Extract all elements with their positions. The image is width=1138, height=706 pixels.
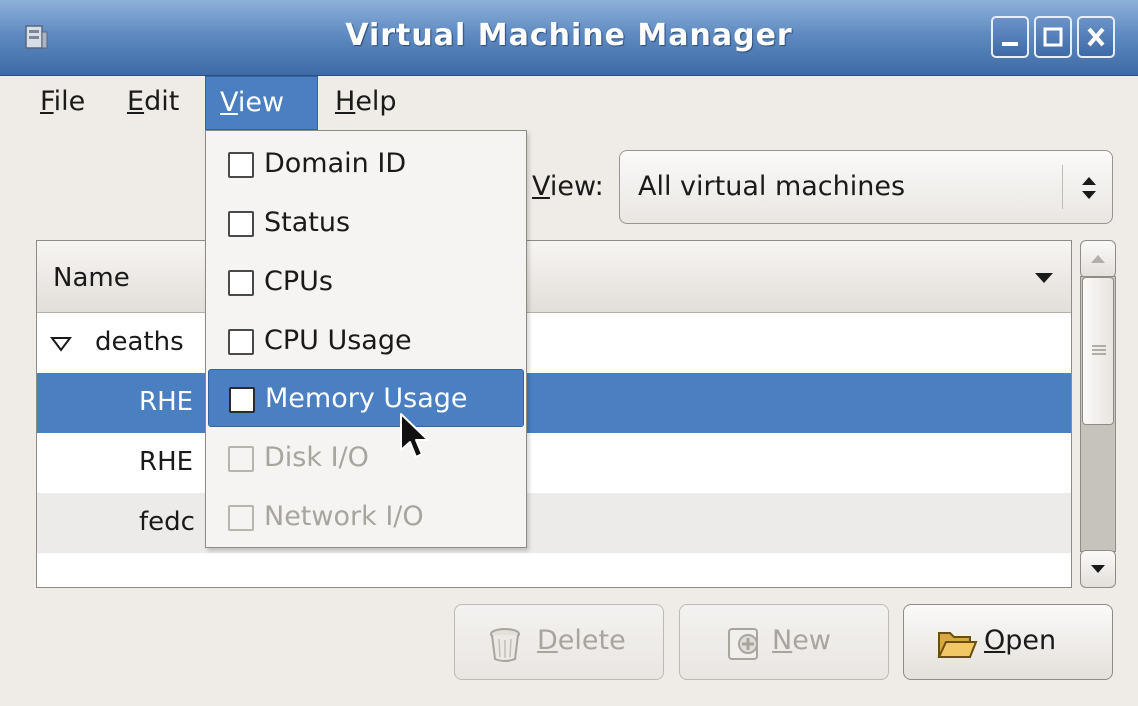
menu-item-domain-id[interactable]: Domain ID xyxy=(208,135,524,193)
menu-view[interactable]: View xyxy=(205,76,318,130)
menu-item-disk-io[interactable]: Disk I/O xyxy=(208,429,524,487)
grip-icon xyxy=(1092,345,1106,355)
scroll-up-icon xyxy=(1091,255,1105,263)
menu-file[interactable]: File xyxy=(26,76,99,130)
menu-view-label: iew xyxy=(237,87,285,118)
new-button[interactable]: New xyxy=(679,604,889,680)
host-row[interactable]: deaths xyxy=(37,313,1071,373)
open-button[interactable]: Open xyxy=(903,604,1113,680)
menu-item-label: CPUs xyxy=(264,266,333,297)
maximize-icon xyxy=(1043,27,1063,47)
menu-bar: File Edit View Help xyxy=(0,76,1138,130)
menu-item-memory-usage[interactable]: Memory Usage xyxy=(208,369,524,427)
menu-help[interactable]: Help xyxy=(321,76,411,130)
vm-row[interactable]: fedc xyxy=(37,493,1071,553)
menu-help-mnemonic: H xyxy=(335,86,356,117)
sort-down-icon[interactable] xyxy=(1033,271,1055,285)
up-down-arrows-icon xyxy=(1082,177,1096,199)
checkbox xyxy=(228,270,254,296)
new-label-rest: ew xyxy=(792,625,831,656)
scroll-track[interactable] xyxy=(1080,276,1116,552)
delete-label-rest: elete xyxy=(557,625,626,656)
menu-item-label: CPU Usage xyxy=(264,325,412,356)
menu-item-label: Memory Usage xyxy=(265,383,468,414)
close-button[interactable] xyxy=(1077,16,1115,58)
checkbox xyxy=(228,152,254,178)
open-mnemonic: O xyxy=(984,625,1006,656)
menu-file-mnemonic: F xyxy=(40,86,54,117)
scroll-down-button[interactable] xyxy=(1080,550,1116,588)
vm-list-scrollbar[interactable] xyxy=(1080,240,1116,588)
vm-name: RHE xyxy=(139,387,194,417)
view-filter-label: View: xyxy=(532,171,604,202)
checkbox xyxy=(228,505,254,531)
menu-item-cpu-usage[interactable]: CPU Usage xyxy=(208,312,524,370)
column-header-name[interactable]: Name xyxy=(53,263,130,293)
vm-name: fedc xyxy=(139,507,195,537)
open-label-rest: pen xyxy=(1005,625,1057,656)
expander-icon[interactable] xyxy=(49,335,73,353)
minimize-icon xyxy=(1002,42,1018,46)
new-button-label: New xyxy=(772,625,831,656)
view-menu-dropdown: Domain ID Status CPUs CPU Usage Memory U… xyxy=(205,130,527,548)
delete-mnemonic: D xyxy=(537,625,558,656)
list-header: Name xyxy=(37,241,1071,313)
checkbox xyxy=(228,446,254,472)
view-filter-select[interactable]: All virtual machines xyxy=(619,150,1113,224)
delete-button[interactable]: Delete xyxy=(454,604,664,680)
checkbox xyxy=(228,329,254,355)
close-icon xyxy=(1087,27,1105,47)
view-filter-value: All virtual machines xyxy=(638,171,906,202)
mouse-cursor-icon xyxy=(400,413,429,458)
delete-button-label: Delete xyxy=(537,625,626,656)
menu-item-label: Disk I/O xyxy=(264,442,369,473)
scroll-thumb[interactable] xyxy=(1082,277,1114,425)
menu-item-label: Status xyxy=(264,207,351,238)
new-mnemonic: N xyxy=(772,625,793,656)
menu-edit-label: dit xyxy=(144,86,180,117)
open-button-label: Open xyxy=(984,625,1056,656)
folder-open-icon xyxy=(937,632,978,658)
vm-name: RHE xyxy=(139,447,194,477)
minimize-button[interactable] xyxy=(991,16,1029,58)
host-name: deaths xyxy=(95,327,184,357)
view-filter-label-text: iew: xyxy=(549,171,604,202)
view-filter-mnemonic: V xyxy=(532,171,550,202)
title-bar[interactable]: Virtual Machine Manager xyxy=(0,0,1138,76)
vm-row-selected[interactable]: RHE xyxy=(37,373,1071,433)
menu-item-network-io[interactable]: Network I/O xyxy=(208,488,524,546)
menu-help-label: elp xyxy=(355,86,397,117)
menu-view-mnemonic: V xyxy=(220,87,238,118)
vm-row[interactable]: RHE xyxy=(37,433,1071,493)
trash-icon xyxy=(490,628,520,662)
new-vm-icon xyxy=(728,628,758,660)
menu-item-status[interactable]: Status xyxy=(208,194,524,252)
menu-item-label: Network I/O xyxy=(264,501,424,532)
window-title: Virtual Machine Manager xyxy=(345,18,793,53)
menu-edit-mnemonic: E xyxy=(127,86,145,117)
menu-edit[interactable]: Edit xyxy=(113,76,193,130)
checkbox xyxy=(228,211,254,237)
menu-item-cpus[interactable]: CPUs xyxy=(208,253,524,311)
menu-item-label: Domain ID xyxy=(264,148,407,179)
scroll-up-button[interactable] xyxy=(1080,240,1116,278)
scroll-down-icon xyxy=(1091,565,1105,573)
select-separator xyxy=(1062,165,1063,209)
vm-list[interactable]: Name deaths RHE RHE fedc xyxy=(36,240,1072,588)
checkbox xyxy=(229,387,255,413)
menu-file-label: ile xyxy=(53,86,86,117)
maximize-button[interactable] xyxy=(1034,16,1072,58)
